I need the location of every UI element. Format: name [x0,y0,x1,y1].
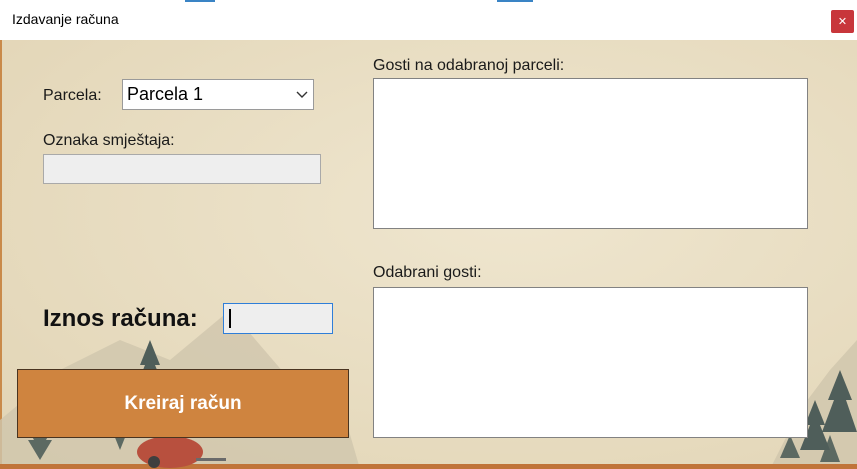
invoice-window: Izdavanje računa ✕ Parcela: Parcela 1 Oz… [0,0,857,469]
window-title: Izdavanje računa [12,11,119,27]
parcela-label: Parcela: [43,87,102,104]
iznos-label: Iznos računa: [43,305,198,332]
kreiraj-racun-label: Kreiraj račun [124,392,242,414]
title-accent [497,0,533,2]
ground-line [0,464,857,469]
edge-stripe [0,40,2,469]
gosti-label: Gosti na odabranoj parceli: [373,57,565,74]
odabrani-gosti-listbox[interactable] [373,287,808,438]
gosti-listbox[interactable] [373,78,808,229]
parcela-selected-value: Parcela 1 [127,84,204,104]
title-bar: Izdavanje računa ✕ [0,0,857,40]
oznaka-label: Oznaka smještaja: [43,132,175,149]
oznaka-smjestaja-field [43,154,321,184]
parcela-dropdown[interactable]: Parcela 1 [122,79,314,110]
title-accent [185,0,215,2]
close-button[interactable]: ✕ [831,10,854,33]
client-area: Parcela: Parcela 1 Oznaka smještaja: Izn… [0,40,857,469]
close-icon: ✕ [837,15,848,28]
kreiraj-racun-button[interactable]: Kreiraj račun [17,369,349,438]
odabrani-gosti-label: Odabrani gosti: [373,264,482,281]
text-caret [229,309,231,328]
chevron-down-icon [296,91,308,98]
iznos-input[interactable] [223,303,333,334]
